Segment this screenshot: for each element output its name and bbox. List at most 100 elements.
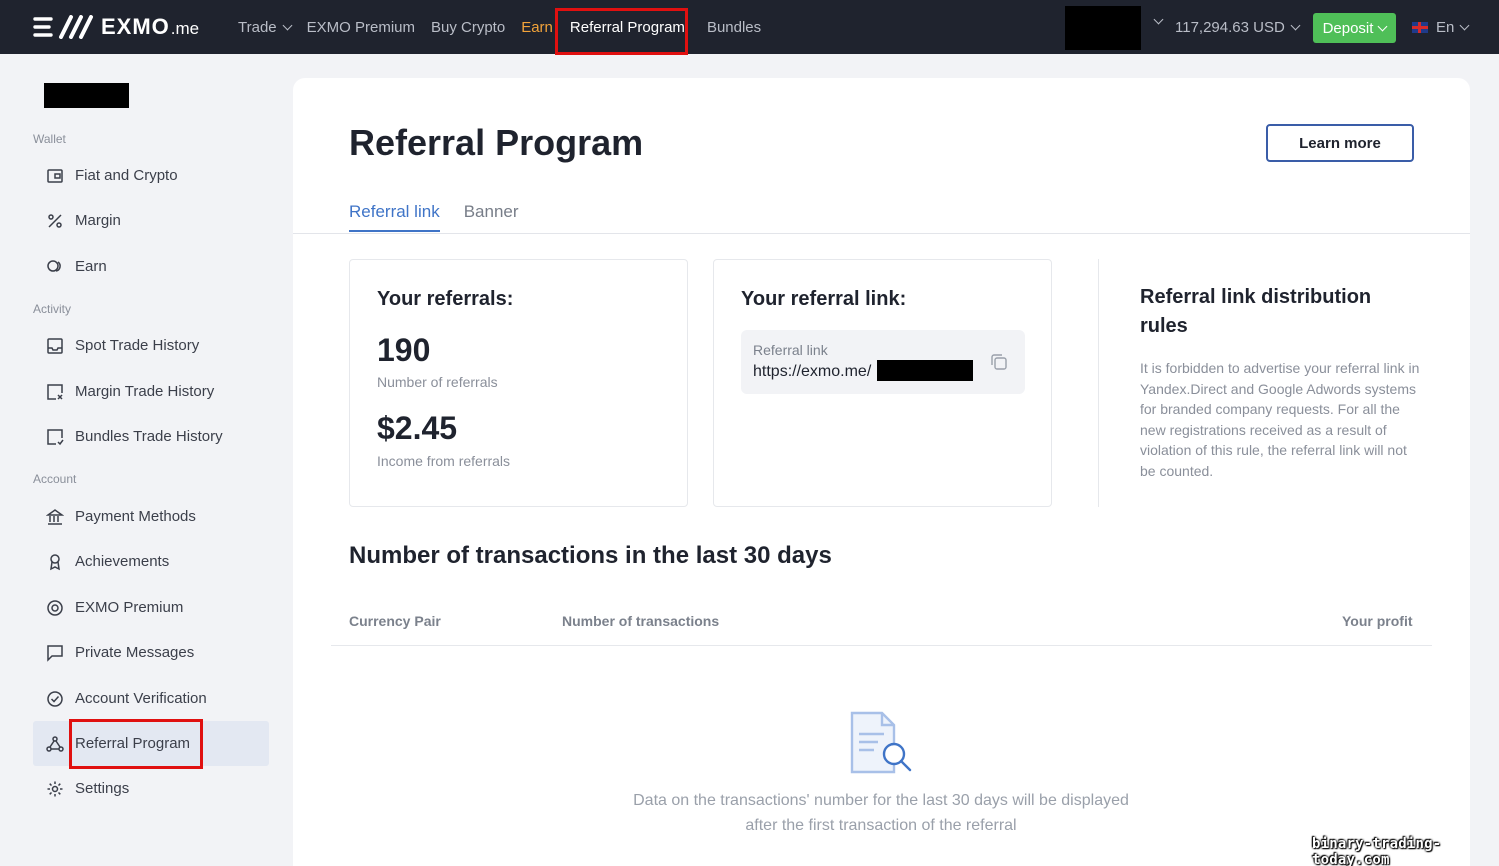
nav-earn[interactable]: Earn: [521, 19, 553, 36]
tabs: Referral link Banner: [349, 202, 543, 232]
sidebar-item-label: Spot Trade History: [75, 337, 200, 354]
referral-link-card: Your referral link: Referral link https:…: [713, 259, 1052, 507]
tab-referral-link[interactable]: Referral link: [349, 202, 440, 232]
sidebar-item-earn[interactable]: Earn: [33, 244, 269, 289]
sidebar-item-bundles-trade-history[interactable]: Bundles Trade History: [33, 414, 269, 459]
chevron-down-icon: [1290, 20, 1301, 30]
chevron-down-icon: [282, 20, 293, 30]
sidebar-item-label: Earn: [75, 258, 107, 275]
main-content: Referral Program Learn more Referral lin…: [293, 78, 1470, 866]
sidebar-item-label: Bundles Trade History: [75, 428, 223, 445]
referral-link-field[interactable]: Referral link https://exmo.me/: [741, 330, 1025, 394]
table-header-divider: [331, 645, 1432, 646]
coins-icon: [46, 258, 64, 276]
column-header-number-of-transactions: Number of transactions: [562, 613, 720, 629]
nav-buy-crypto[interactable]: Buy Crypto: [431, 19, 505, 36]
deposit-label: Deposit: [1322, 19, 1374, 37]
sidebar-item-label: Private Messages: [75, 644, 195, 661]
message-icon: [46, 644, 64, 662]
share-nodes-icon: [46, 735, 64, 753]
premium-icon: [46, 599, 64, 617]
sidebar-item-account-verification[interactable]: Account Verification: [33, 676, 269, 721]
sidebar: Wallet Fiat and Crypto Margin Earn Activ…: [0, 54, 290, 866]
uk-flag-icon: [1412, 21, 1428, 33]
sidebar-item-margin[interactable]: Margin: [33, 198, 269, 243]
vertical-divider: [1098, 259, 1099, 507]
transactions-title: Number of transactions in the last 30 da…: [349, 542, 832, 569]
username-redacted: [44, 83, 129, 108]
sidebar-item-spot-trade-history[interactable]: Spot Trade History: [33, 323, 269, 368]
language-selector[interactable]: En: [1412, 0, 1470, 54]
deposit-button[interactable]: Deposit: [1313, 13, 1396, 43]
gear-icon: [46, 780, 64, 798]
sidebar-item-label: Fiat and Crypto: [75, 167, 178, 184]
exmo-logo[interactable]: EXMO .me: [33, 14, 199, 40]
sidebar-item-exmo-premium[interactable]: EXMO Premium: [33, 585, 269, 630]
highlight-box: [69, 719, 203, 769]
section-label-activity: Activity: [33, 302, 72, 316]
watermark: binary-trading-today.com: [1312, 836, 1442, 866]
sidebar-item-achievements[interactable]: Achievements: [33, 539, 269, 584]
sidebar-item-fiat-and-crypto[interactable]: Fiat and Crypto: [33, 153, 269, 198]
referral-income-caption: Income from referrals: [377, 453, 511, 469]
balance-value: 117,294.63 USD: [1175, 18, 1285, 36]
referral-count: 190: [377, 332, 431, 368]
sidebar-item-private-messages[interactable]: Private Messages: [33, 630, 269, 675]
sidebar-item-label: EXMO Premium: [75, 599, 184, 616]
sidebar-item-margin-trade-history[interactable]: Margin Trade History: [33, 369, 269, 414]
sidebar-item-label: Account Verification: [75, 690, 207, 707]
column-header-currency-pair: Currency Pair: [349, 613, 441, 629]
referral-code-redacted: [877, 360, 973, 381]
sidebar-item-label: Payment Methods: [75, 508, 196, 525]
empty-state-line-2: after the first transaction of the refer…: [745, 817, 1017, 834]
sidebar-item-label: Achievements: [75, 553, 170, 570]
referral-count-caption: Number of referrals: [377, 374, 498, 390]
bank-icon: [46, 508, 64, 526]
nav-trade[interactable]: Trade: [238, 18, 293, 36]
referral-link-value: https://exmo.me/: [753, 363, 872, 380]
balance-dropdown[interactable]: 117,294.63 USD: [1175, 0, 1301, 54]
section-label-wallet: Wallet: [33, 132, 66, 146]
chevron-down-icon: [1377, 21, 1388, 31]
language-label: En: [1436, 18, 1455, 36]
highlight-box: [555, 8, 688, 55]
empty-state-line-1: Data on the transactions' number for the…: [633, 792, 1129, 809]
history-x-icon: [46, 383, 64, 401]
referral-link-card-title: Your referral link:: [741, 288, 907, 310]
account-chevron-down-icon[interactable]: [1153, 14, 1164, 25]
referral-link-label: Referral link: [753, 342, 828, 358]
referrals-card: Your referrals: 190 Number of referrals …: [349, 259, 688, 507]
column-header-your-profit: Your profit: [1342, 613, 1413, 629]
referral-income: $2.45: [377, 410, 458, 446]
tab-banner[interactable]: Banner: [464, 202, 519, 232]
sidebar-item-payment-methods[interactable]: Payment Methods: [33, 494, 269, 539]
main-nav: Trade EXMO Premium Buy Crypto Earn Refer…: [238, 0, 777, 54]
top-navigation-bar: EXMO .me Trade EXMO Premium Buy Crypto E…: [0, 0, 1499, 55]
page-title: Referral Program: [349, 122, 644, 163]
nav-exmo-premium[interactable]: EXMO Premium: [307, 19, 415, 36]
chevron-down-icon: [1459, 20, 1470, 30]
nav-bundles[interactable]: Bundles: [707, 19, 761, 36]
copy-icon[interactable]: [989, 352, 1009, 372]
referrals-card-title: Your referrals:: [377, 288, 514, 310]
wallet-icon: [46, 167, 64, 185]
account-redacted[interactable]: [1065, 6, 1141, 50]
history-icon: [46, 428, 64, 446]
section-label-account: Account: [33, 472, 77, 486]
award-icon: [46, 553, 64, 571]
nav-trade-label: Trade: [238, 18, 277, 36]
document-search-icon: [850, 711, 912, 774]
learn-more-button[interactable]: Learn more: [1266, 124, 1414, 162]
rules-title: Referral link distribution rules: [1140, 286, 1372, 337]
check-circle-icon: [46, 690, 64, 708]
sidebar-item-settings[interactable]: Settings: [33, 766, 269, 811]
logo-text: EXMO: [101, 14, 170, 39]
empty-state-message: Data on the transactions' number for the…: [581, 788, 1181, 838]
exmo-logo-icon: [33, 15, 93, 39]
sidebar-item-label: Margin Trade History: [75, 383, 215, 400]
inbox-icon: [46, 337, 64, 355]
sidebar-item-label: Settings: [75, 780, 130, 797]
rules-text: It is forbidden to advertise your referr…: [1140, 360, 1420, 479]
tabs-divider: [293, 233, 1470, 234]
logo-suffix: .me: [170, 19, 200, 38]
